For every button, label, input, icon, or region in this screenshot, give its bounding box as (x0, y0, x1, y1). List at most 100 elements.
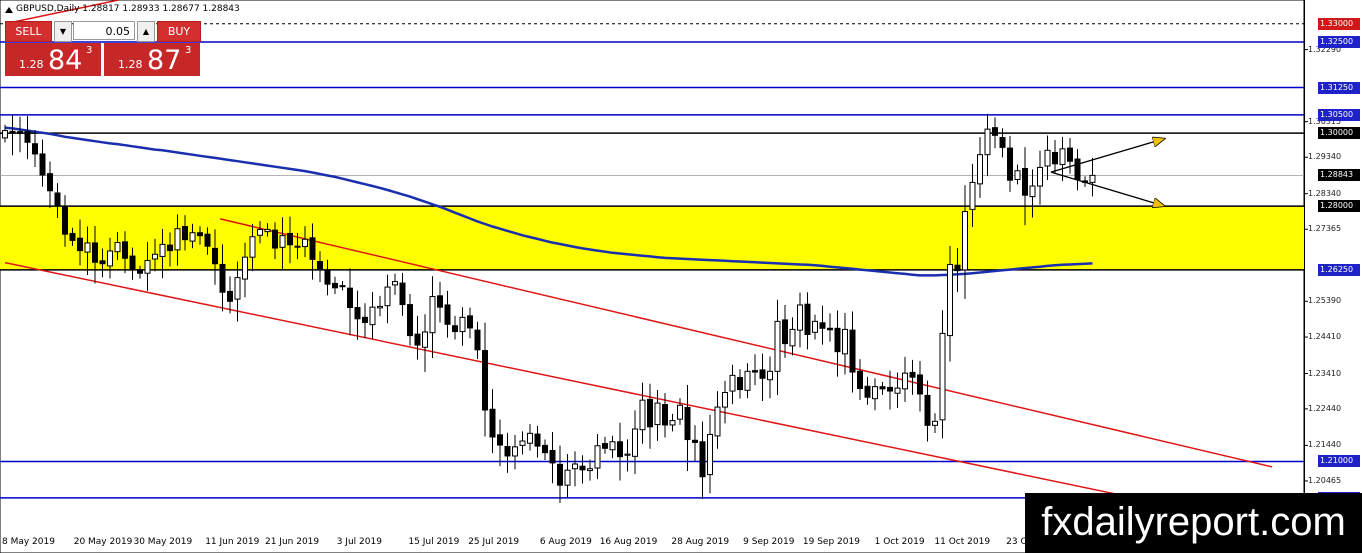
candle-body (632, 428, 638, 457)
candle-body (407, 304, 413, 337)
candle-body (519, 440, 526, 446)
price-level-tag: 1.30000 (1318, 127, 1360, 140)
price-axis-label: 1.27365 (1308, 224, 1342, 234)
candle-body (527, 432, 533, 444)
sell-price-box[interactable]: 1.28 84 3 (5, 43, 101, 76)
candle-body (804, 303, 811, 335)
price-level-tag: 1.32500 (1318, 35, 1360, 48)
date-axis-label: 28 Aug 2019 (671, 537, 730, 547)
candle-body (324, 269, 331, 285)
candle-body (272, 229, 278, 249)
candle-body (167, 244, 173, 252)
candle-body (309, 237, 316, 260)
candle-body (692, 439, 698, 443)
candle-body (9, 130, 16, 133)
price-axis-label: 1.21440 (1308, 440, 1342, 450)
candle-body (219, 263, 226, 293)
candle-body (182, 226, 188, 241)
candle-body (429, 296, 436, 334)
candle-body (504, 445, 511, 457)
candle-body (564, 469, 571, 486)
symbol-header: GBPUSD,Daily 1.28817 1.28933 1.28677 1.2… (16, 4, 240, 14)
candle-body (872, 386, 878, 400)
candle-body (639, 399, 646, 431)
candle-body (647, 398, 653, 428)
sell-button[interactable]: SELL (5, 21, 52, 42)
candle-body (1029, 185, 1036, 198)
candle-body (32, 143, 38, 155)
price-axis-label: 1.22440 (1308, 403, 1342, 413)
candle-body (572, 463, 578, 470)
candle-body (39, 153, 46, 176)
candle-body (62, 205, 68, 235)
candle-body (212, 247, 218, 265)
candle-body (752, 370, 758, 373)
watermark: fxdailyreport.com (1025, 493, 1362, 553)
price-level-tag: 1.26250 (1318, 263, 1360, 276)
candle-body (489, 408, 496, 438)
candle-body (24, 130, 31, 143)
candle-body (452, 325, 458, 333)
price-axis-label: 1.28340 (1308, 188, 1342, 198)
candle-body (399, 282, 406, 306)
candle-body (579, 465, 586, 471)
candle-body (722, 391, 728, 408)
candle-body (92, 242, 98, 263)
price-chart[interactable] (0, 0, 1362, 553)
buy-button[interactable]: BUY (157, 21, 201, 42)
date-axis-label: 3 Jul 2019 (336, 537, 382, 547)
candle-body (99, 260, 106, 265)
candle-body (249, 236, 256, 258)
date-axis-label: 20 May 2019 (73, 537, 133, 547)
candle-body (827, 327, 833, 331)
lot-decrease-icon[interactable]: ▼ (54, 21, 72, 42)
lot-increase-icon[interactable]: ▲ (137, 21, 155, 42)
candle-body (947, 263, 953, 337)
candle-body (917, 374, 923, 395)
sell-price-pips: 84 (48, 45, 83, 76)
candle-body (932, 420, 938, 426)
candle-body (879, 386, 886, 390)
sell-price-prefix: 1.28 (19, 58, 44, 71)
price-axis-label: 1.23410 (1308, 368, 1342, 378)
candle-body (384, 286, 391, 307)
date-axis-label: 11 Oct 2019 (934, 537, 991, 547)
price-level-tag: 1.31250 (1318, 81, 1360, 94)
candle-body (317, 261, 323, 270)
candle-body (1067, 147, 1073, 162)
candle-body (894, 387, 901, 394)
candle-body (302, 238, 308, 248)
price-axis-label: 1.29340 (1308, 152, 1342, 162)
lot-size-input[interactable]: 0.05 (73, 21, 135, 40)
candle-body (842, 328, 848, 355)
price-level-tag: 1.28000 (1318, 200, 1360, 213)
buy-price-prefix: 1.28 (118, 58, 143, 71)
date-axis-label: 19 Sep 2019 (802, 537, 860, 547)
one-click-trading-panel: SELL ▼ 0.05 ▲ BUY 1.28 84 3 1.28 87 3 (5, 19, 201, 76)
candle-body (474, 329, 481, 351)
price-axis-label: 1.24410 (1308, 332, 1342, 342)
candle-body (1074, 158, 1081, 180)
date-axis-label: 8 May 2019 (2, 537, 55, 547)
candle-body (482, 350, 488, 411)
candle-body (444, 304, 451, 325)
candle-body (144, 259, 151, 274)
price-level-tag: 1.30500 (1318, 108, 1360, 121)
candle-body (707, 433, 713, 476)
buy-price-box[interactable]: 1.28 87 3 (104, 43, 200, 76)
date-axis-label: 21 Jun 2019 (264, 537, 320, 547)
candle-body (204, 233, 211, 247)
candle-body (137, 270, 143, 274)
date-axis-label: 16 Aug 2019 (599, 537, 658, 547)
date-axis-label: 30 May 2019 (133, 537, 193, 547)
candle-body (47, 173, 53, 192)
symbol-dropdown-icon[interactable] (5, 7, 13, 13)
candle-body (864, 385, 871, 398)
candle-body (624, 453, 631, 456)
candle-body (1059, 148, 1066, 166)
candle-body (744, 370, 751, 391)
candle-body (954, 264, 961, 272)
candle-body (594, 445, 601, 469)
candle-body (497, 434, 503, 446)
candle-body (909, 371, 916, 378)
